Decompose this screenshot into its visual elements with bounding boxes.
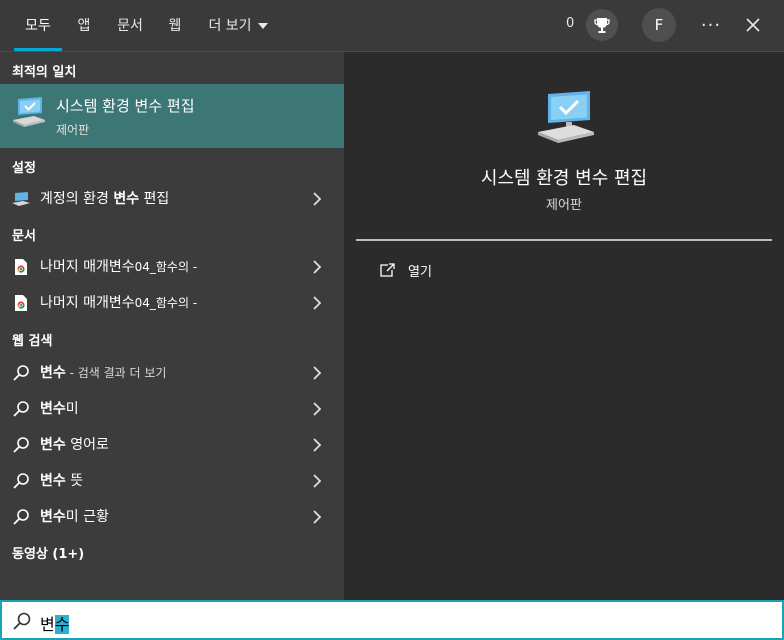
more-dots-icon: ··· (700, 14, 722, 36)
document-item-label: 나머지 매개변수04_함수의 - (40, 256, 197, 276)
open-action[interactable]: 열기 (380, 260, 432, 280)
web-search-item[interactable]: 변수미 (0, 390, 344, 426)
best-match-header: 최적의 일치 (12, 65, 77, 80)
settings-item-label: 계정의 환경 변수 편집 (40, 188, 169, 208)
tab-apps[interactable]: 앱 (70, 0, 98, 50)
web-search-rest: 뜻 (65, 473, 84, 489)
web-search-item[interactable]: 변수미 근황 (0, 498, 344, 534)
chevron-right-icon (313, 402, 322, 416)
web-search-bold: 변수 (40, 365, 66, 381)
web-search-item-label: 변수미 근황 (40, 506, 109, 526)
close-button[interactable] (738, 8, 768, 42)
chevron-right-icon (313, 366, 322, 380)
document-item-pre: 나머지 매개변수 (40, 295, 135, 311)
chevron-right-icon (313, 510, 322, 524)
web-search-rest: 미 근황 (65, 509, 109, 525)
tab-documents-label: 문서 (117, 18, 143, 34)
tab-all[interactable]: 모두 (14, 0, 62, 51)
documents-header: 문서 (12, 229, 36, 244)
settings-item-bold: 변수 (113, 191, 140, 207)
system-pc-icon (12, 96, 46, 132)
web-search-item-label: 변수 - 검색 결과 더 보기 (40, 362, 166, 382)
web-search-suffix: - 검색 결과 더 보기 (65, 366, 167, 380)
chevron-right-icon (313, 192, 322, 206)
more-options-button[interactable]: ··· (696, 8, 726, 42)
detail-title: 시스템 환경 변수 편집 (480, 168, 648, 189)
best-match-title: 시스템 환경 변수 편집 (56, 97, 195, 115)
tab-documents[interactable]: 문서 (110, 0, 150, 50)
tab-web-label: 웹 (168, 18, 182, 34)
web-search-item[interactable]: 변수 - 검색 결과 더 보기 (0, 354, 344, 390)
tab-apps-label: 앱 (77, 18, 91, 34)
web-search-bold: 변수 (40, 401, 66, 417)
search-icon (12, 508, 30, 526)
detail-pane: 시스템 환경 변수 편집 제어판 열기 (356, 64, 772, 600)
videos-header[interactable]: 동영상 (1+) (12, 543, 84, 562)
search-icon (12, 364, 30, 382)
search-bar[interactable]: 변수 (0, 600, 784, 640)
document-item[interactable]: 나머지 매개변수04_함수의 - (0, 284, 344, 320)
settings-header: 설정 (12, 161, 36, 176)
web-search-bold: 변수 (40, 473, 66, 489)
chrome-doc-icon (12, 294, 30, 312)
chrome-doc-icon (12, 258, 30, 276)
chevron-right-icon (313, 260, 322, 274)
web-search-bold: 변수 (40, 509, 66, 525)
chevron-right-icon (313, 296, 322, 310)
settings-item-pre: 계정의 환경 (40, 191, 114, 207)
avatar[interactable]: F (642, 8, 676, 42)
open-label: 열기 (408, 265, 432, 280)
best-match-item[interactable]: 시스템 환경 변수 편집 제어판 (0, 84, 344, 148)
chevron-right-icon (313, 438, 322, 452)
web-search-item-label: 변수 영어로 (40, 434, 109, 454)
tab-more-label: 더 보기 (208, 18, 252, 34)
document-item-small: 04_함수의 - (134, 296, 198, 310)
close-icon (746, 18, 760, 32)
document-item-small: 04_함수의 - (134, 260, 198, 274)
web-search-item[interactable]: 변수 영어로 (0, 426, 344, 462)
system-pc-icon (536, 90, 596, 148)
tab-all-label: 모두 (25, 18, 51, 34)
detail-subtitle: 제어판 (546, 198, 582, 213)
search-icon (12, 472, 30, 490)
web-search-rest: 미 (65, 401, 79, 417)
web-search-header: 웹 검색 (12, 334, 53, 349)
best-match-subtitle: 제어판 (56, 123, 90, 137)
web-search-item[interactable]: 변수 뜻 (0, 462, 344, 498)
document-item-label: 나머지 매개변수04_함수의 - (40, 292, 197, 312)
tab-web[interactable]: 웹 (162, 0, 188, 50)
search-icon (12, 400, 30, 418)
trophy-icon[interactable] (586, 9, 618, 41)
top-bar: 모두 앱 문서 웹 더 보기 0 F ··· (0, 0, 784, 52)
search-typed: 변 (40, 615, 55, 634)
settings-item[interactable]: 계정의 환경 변수 편집 (0, 180, 344, 216)
chevron-down-icon (257, 23, 268, 29)
search-icon (12, 436, 30, 454)
document-item[interactable]: 나머지 매개변수04_함수의 - (0, 248, 344, 284)
settings-pc-icon (12, 190, 30, 208)
chevron-right-icon (313, 474, 322, 488)
web-search-bold: 변수 (40, 437, 66, 453)
search-input[interactable]: 변수 (40, 611, 70, 635)
divider (356, 239, 772, 241)
search-selection: 수 (54, 615, 70, 634)
results-pane: 최적의 일치 시스템 환경 변수 편집 제어판 설정 계정의 환경 변수 편집 … (0, 52, 344, 600)
web-search-item-label: 변수미 (40, 398, 79, 418)
web-search-item-label: 변수 뜻 (40, 470, 83, 490)
tab-more[interactable]: 더 보기 (200, 0, 276, 50)
web-search-rest: 영어로 (65, 437, 109, 453)
avatar-initial: F (654, 16, 664, 34)
settings-item-post: 편집 (139, 191, 170, 207)
document-item-pre: 나머지 매개변수 (40, 259, 135, 275)
open-external-icon (380, 263, 395, 277)
rewards-points: 0 (566, 16, 575, 31)
search-icon (13, 612, 31, 630)
